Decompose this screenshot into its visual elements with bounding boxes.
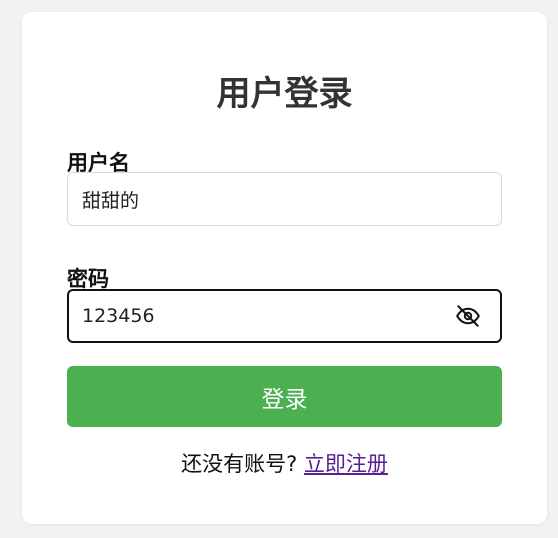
register-link[interactable]: 立即注册 [304,452,388,476]
login-button[interactable]: 登录 [67,366,502,427]
username-input[interactable] [68,173,501,225]
login-card: 用户登录 用户名 密码 登录 还没有账号? 立即注册 [22,12,547,524]
username-field-wrapper [67,172,502,226]
eye-off-icon[interactable] [454,302,482,330]
register-row: 还没有账号? 立即注册 [22,449,547,479]
password-input[interactable] [69,291,500,341]
register-prompt: 还没有账号? [181,452,298,476]
password-field-wrapper [67,289,502,343]
page-title: 用户登录 [216,74,353,114]
